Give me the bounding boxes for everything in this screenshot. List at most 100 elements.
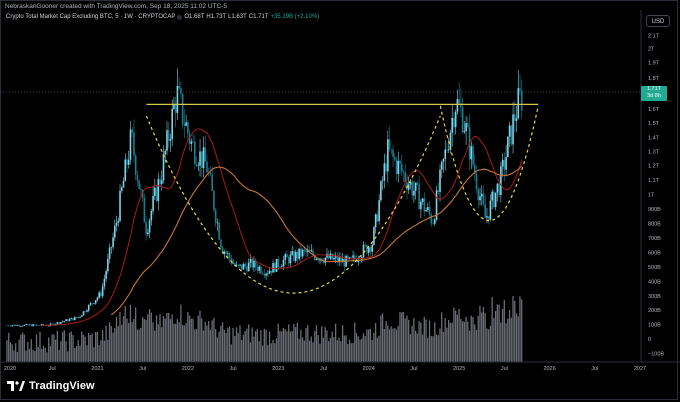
volume-bar: [494, 311, 497, 362]
volume-bar: [124, 306, 126, 362]
volume-bar: [246, 328, 248, 362]
candle-body: [244, 263, 247, 267]
candle-body: [494, 192, 497, 208]
price-axis[interactable]: 2.1T 2T 1.9T 1.8T 1.6T 1.5T 1.4T 1.3T 1.2T 1.1T 1T…: [648, 34, 664, 358]
volume-bar: [91, 333, 93, 362]
last-price-value: 1.71T: [646, 86, 662, 92]
volume-bar: [164, 318, 166, 362]
volume-bar: [112, 332, 114, 362]
candle-body: [327, 253, 330, 259]
candle-body: [129, 129, 132, 160]
candle-body: [51, 323, 54, 325]
volume-bar: [194, 329, 196, 362]
candle-body: [131, 129, 134, 133]
candle-body: [272, 262, 274, 273]
candle-body: [300, 248, 302, 257]
candle-body: [333, 257, 335, 260]
volume-bar: [44, 347, 46, 362]
candle-body: [37, 324, 40, 326]
volume-bar: [173, 323, 175, 362]
time-tick-label: Jul: [410, 366, 417, 372]
volume-bar: [308, 340, 311, 362]
volume-bar: [268, 331, 271, 362]
candle-body: [258, 266, 260, 271]
time-tick-label: Jul: [49, 366, 56, 372]
time-axis[interactable]: 2020 Jul 2021 Jul 2022 Jul 2023 Jul 2024 Jul 2025 J…: [0, 10, 680, 372]
volume-bar: [140, 327, 142, 362]
candle-body: [86, 310, 88, 312]
candle-body: [214, 210, 217, 223]
volume-bar: [70, 331, 72, 362]
time-tick-label: 2024: [363, 366, 375, 372]
price-tick-label: 400B: [648, 280, 661, 286]
candle-body: [80, 315, 83, 317]
volume-bar: [253, 336, 255, 362]
volume-bar: [98, 345, 100, 362]
candle-body: [301, 249, 304, 257]
volume-bar: [303, 340, 305, 362]
candle-body: [458, 99, 460, 104]
candle-body: [68, 319, 71, 322]
candle-body: [216, 222, 219, 224]
candle-body: [374, 214, 377, 228]
candle-body: [20, 326, 22, 327]
volume-bar: [293, 323, 295, 362]
volume-bar: [305, 328, 307, 362]
volume-bar: [211, 320, 213, 362]
candle-body: [211, 174, 214, 191]
volume-bar: [503, 300, 505, 362]
candle-body: [329, 253, 332, 259]
volume-bar: [199, 310, 201, 362]
candle-body: [246, 266, 248, 272]
candle-body: [91, 303, 94, 304]
volume-bar: [481, 312, 483, 362]
volume-bar: [493, 317, 495, 362]
volume-bar: [227, 327, 229, 362]
candle-body: [103, 278, 106, 287]
candle-body: [411, 181, 413, 196]
volume-bar: [41, 348, 43, 362]
candle-body: [418, 184, 420, 210]
candle-body: [181, 93, 184, 124]
volume-bar: [68, 332, 71, 362]
time-tick-label: 2027: [634, 366, 646, 372]
candle-body: [185, 122, 187, 126]
candle-body: [496, 183, 499, 193]
volume-bar: [315, 325, 318, 362]
volume-bar: [300, 329, 302, 362]
volume-bar: [434, 322, 436, 362]
candle-body: [432, 223, 434, 224]
candle-body: [107, 258, 109, 272]
volume-bar: [383, 329, 385, 362]
volume-bar: [352, 342, 354, 362]
volume-bar: [512, 296, 514, 362]
candle-body: [512, 114, 514, 145]
volume-bar: [251, 327, 253, 362]
candle-body: [204, 147, 207, 162]
candle-body: [354, 255, 356, 259]
volume-bar: [423, 317, 425, 362]
volume-bar: [374, 323, 377, 362]
time-tick-label: 2025: [453, 366, 465, 372]
candle-body: [119, 190, 121, 221]
volume-bar: [84, 336, 86, 362]
volume-bar: [369, 328, 372, 362]
volume-bar: [458, 309, 460, 362]
candle-body: [507, 136, 509, 158]
candle-body: [275, 258, 278, 272]
volume-bar: [288, 324, 290, 362]
volume-bar: [491, 297, 493, 362]
volume-bar: [284, 329, 286, 362]
price-chart[interactable]: 2.1T 2T 1.9T 1.8T 1.6T 1.5T 1.4T 1.3T 1.2T 1.1T 1T…: [0, 0, 680, 402]
candle-body: [274, 262, 276, 272]
candle-body: [117, 220, 120, 223]
volume-bar: [461, 321, 464, 362]
candle-body: [378, 200, 380, 222]
candle-body: [296, 251, 299, 259]
volume-bar: [242, 334, 245, 362]
candle-body: [362, 244, 365, 258]
tradingview-brand[interactable]: TradingView: [7, 380, 95, 392]
volume-bar: [63, 330, 65, 362]
candle-body: [373, 227, 375, 245]
candle-body: [282, 259, 285, 267]
